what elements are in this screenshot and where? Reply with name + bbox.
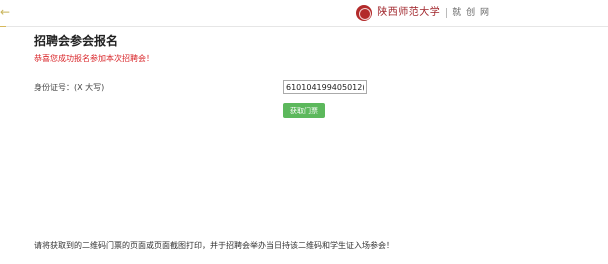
footer-instruction: 请将获取到的二维码门票的页面或页面截图打印，并于招聘会举办当日持该二维码和学生证… <box>34 241 394 250</box>
get-ticket-button[interactable]: 获取门票 <box>283 103 325 118</box>
id-number-input[interactable] <box>283 80 367 94</box>
success-message: 恭喜您成功报名参加本次招聘会！ <box>34 54 154 63</box>
brand-divider <box>446 8 448 18</box>
university-seal-icon <box>356 5 373 21</box>
back-arrow-icon[interactable]: ← <box>0 6 10 18</box>
page-title: 招聘会参会报名 <box>34 34 119 48</box>
university-logo-text: 陕西师范大学 <box>377 7 441 18</box>
id-number-label: 身份证号：(X 大写) <box>34 83 105 92</box>
site-name: 就 创 网 <box>452 8 490 18</box>
brand-logo[interactable]: 陕西师范大学 就 创 网 <box>356 4 490 22</box>
left-accent-rule <box>0 26 6 27</box>
top-bar: ← 陕西师范大学 就 创 网 <box>0 0 608 27</box>
